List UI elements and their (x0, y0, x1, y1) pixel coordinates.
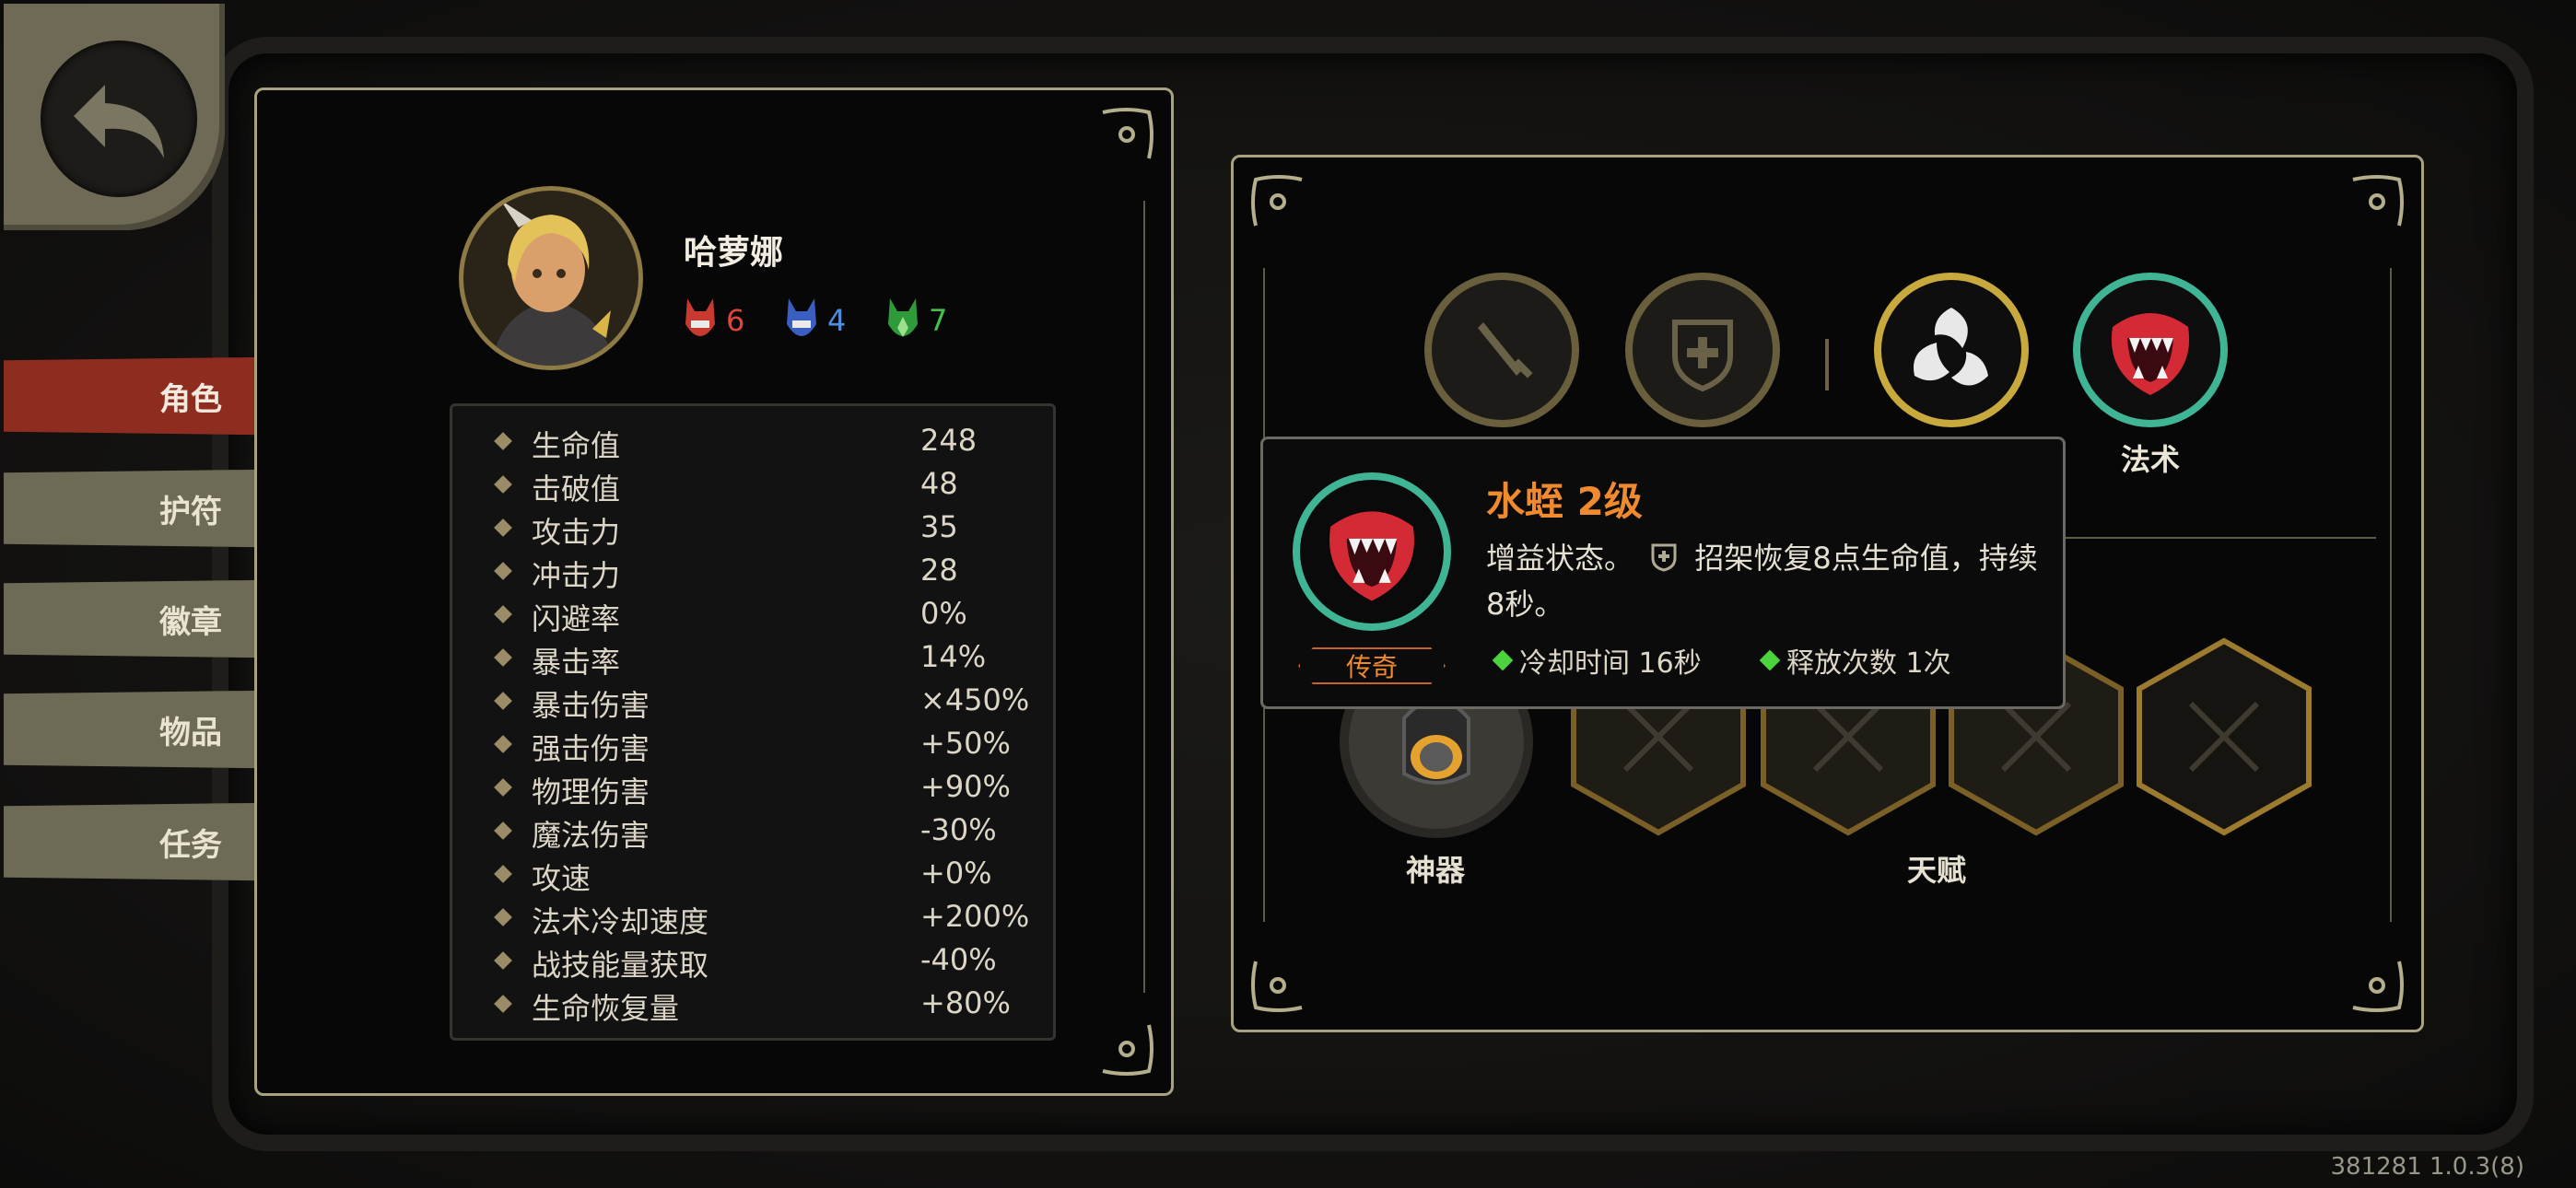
bond-blue: 4 (785, 297, 846, 344)
tooltip-skill-icon (1293, 472, 1451, 631)
blue-mask-icon (787, 298, 816, 336)
tooltip-title: 水蛭 2级 (1486, 479, 1643, 524)
corner-ornament-icon (1251, 175, 1303, 227)
triskelion-icon (1914, 308, 1988, 386)
divider (2390, 268, 2392, 922)
stat-row: 暴击伤害 ×450% (452, 682, 1053, 725)
green-diamond-icon (1759, 649, 1781, 671)
skill-slot-special[interactable] (1625, 273, 1780, 427)
divider (1143, 201, 1145, 993)
stat-row: 攻击力 35 (452, 509, 1053, 552)
stat-row: 物理伤害 +90% (452, 769, 1053, 811)
green-mask-icon (888, 298, 918, 337)
divider (2035, 537, 2376, 539)
skill-slot-spell[interactable] (2073, 273, 2228, 427)
rarity-badge: 传奇 (1298, 647, 1446, 684)
stat-row: 强击伤害 +50% (452, 726, 1053, 768)
skill-slot-attack[interactable] (1424, 273, 1579, 427)
stat-row: 冲击力 28 (452, 553, 1053, 595)
stat-row: 闪避率 0% (452, 596, 1053, 638)
bond-green: 7 (886, 297, 947, 344)
bond-red: 6 (684, 297, 744, 344)
fanged-mouth-icon (1329, 511, 1414, 601)
stat-row: 生命恢复量 +80% (452, 985, 1053, 1028)
stat-row: 生命值 248 (452, 423, 1053, 465)
corner-ornament-icon (2352, 175, 2404, 227)
sword-icon (1478, 322, 1533, 379)
undo-arrow-icon (41, 41, 197, 197)
corner-ornament-icon (1102, 108, 1153, 159)
charges-info: 释放次数 1次 (1759, 640, 1951, 681)
cooldown-info: 冷却时间 16秒 (1492, 640, 1702, 681)
red-mask-icon (685, 298, 715, 336)
back-button[interactable] (4, 4, 225, 230)
stats-table: 生命值 248 击破值 48 攻击力 35 冲击力 28 闪避率 0% 暴击率 14% 暴击… (450, 403, 1056, 1041)
artifact-label: 神器 (1406, 853, 1466, 888)
corner-ornament-icon (1251, 961, 1303, 1012)
separator (1825, 339, 1829, 390)
stat-row: 攻速 +0% (452, 856, 1053, 898)
skill-tooltip: 水蛭 2级 增益状态。 招架恢复8点生命值，持续8秒。 传奇 冷却时间 16秒 … (1260, 437, 2066, 709)
stat-row: 魔法伤害 -30% (452, 812, 1053, 855)
corner-ornament-icon (2352, 961, 2404, 1012)
skill-label-spell: 法术 (2120, 442, 2180, 477)
tooltip-description: 增益状态。 招架恢复8点生命值，持续8秒。 (1486, 541, 2038, 622)
stat-row: 击破值 48 (452, 466, 1053, 508)
character-portrait (459, 186, 643, 370)
talent-label: 天赋 (1907, 853, 1967, 888)
parry-shield-icon (1651, 543, 1677, 572)
fanged-mouth-icon (2111, 313, 2190, 395)
stat-row: 法术冷却速度 +200% (452, 899, 1053, 941)
skill-slot-combat[interactable] (1874, 273, 2029, 427)
stat-row: 战技能量获取 -40% (452, 942, 1053, 984)
stat-row: 暴击率 14% (452, 639, 1053, 681)
character-name: 哈萝娜 (684, 234, 784, 272)
shield-plus-icon (1672, 320, 1733, 392)
green-diamond-icon (1492, 649, 1514, 671)
version-label: 381281 1.0.3(8) (2330, 1153, 2524, 1181)
talent-slot[interactable] (2132, 635, 2316, 838)
corner-ornament-icon (1102, 1024, 1153, 1076)
